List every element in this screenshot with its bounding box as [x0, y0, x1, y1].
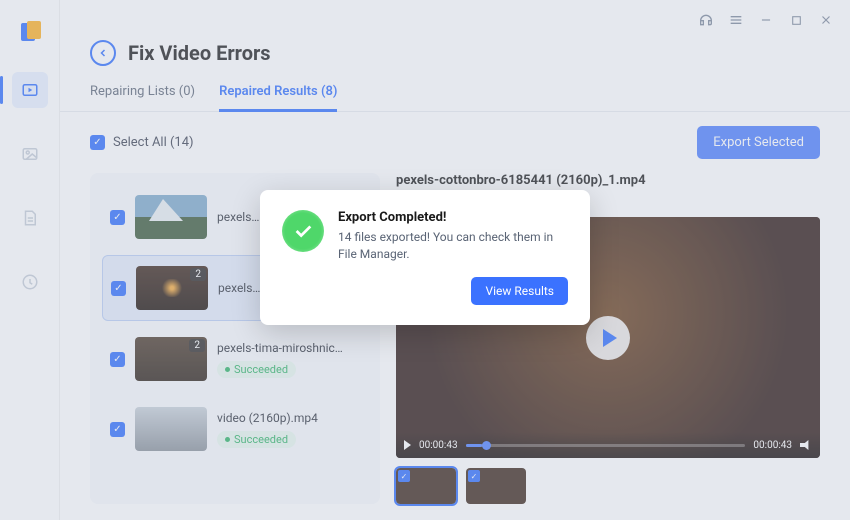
view-results-button[interactable]: View Results	[471, 277, 568, 305]
success-check-icon	[282, 210, 324, 252]
modal-text: 14 files exported! You can check them in…	[338, 229, 568, 263]
modal-overlay: Export Completed! 14 files exported! You…	[0, 0, 850, 520]
modal-title: Export Completed!	[338, 210, 568, 225]
export-complete-dialog: Export Completed! 14 files exported! You…	[260, 190, 590, 325]
